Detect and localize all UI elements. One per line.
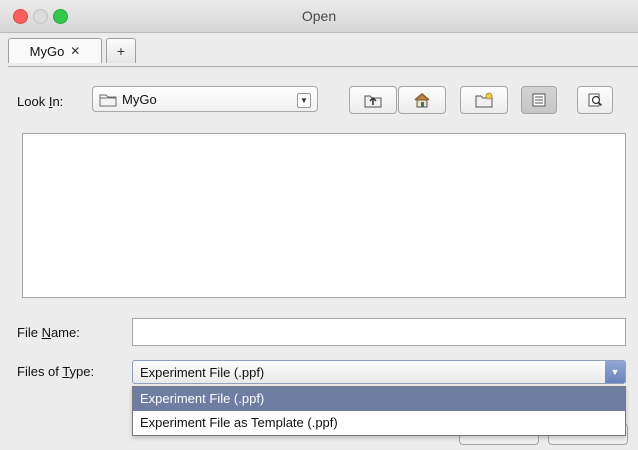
- list-view-button[interactable]: [521, 86, 557, 114]
- file-name-input[interactable]: [132, 318, 626, 346]
- title-bar: Open: [0, 0, 638, 33]
- dropdown-option[interactable]: Experiment File as Template (.ppf): [133, 411, 625, 435]
- details-view-icon: [588, 93, 603, 107]
- folder-icon: [99, 94, 117, 107]
- chevron-down-icon[interactable]: ▼: [605, 361, 625, 383]
- chevron-down-icon[interactable]: ▼: [297, 93, 311, 108]
- file-name-label: File Name:: [17, 325, 80, 340]
- up-one-level-icon: [364, 95, 382, 108]
- files-of-type-value: Experiment File (.ppf): [140, 365, 265, 380]
- tab-close-icon[interactable]: ✕: [70, 44, 80, 58]
- file-list[interactable]: [22, 133, 626, 298]
- window-title: Open: [301, 8, 337, 24]
- look-in-value: MyGo: [122, 92, 157, 107]
- files-of-type-label: Files of Type:: [17, 364, 95, 379]
- new-folder-icon: [475, 92, 493, 108]
- list-view-icon: [532, 93, 546, 107]
- look-in-label: Look In:: [17, 94, 64, 109]
- details-view-button[interactable]: [577, 86, 613, 114]
- tab-label: MyGo: [29, 43, 65, 59]
- dropdown-option[interactable]: Experiment File (.ppf): [133, 387, 625, 411]
- files-of-type-combo[interactable]: Experiment File (.ppf) ▼: [132, 360, 626, 384]
- files-of-type-dropdown: Experiment File (.ppf) Experiment File a…: [132, 386, 626, 436]
- tab-mygo[interactable]: MyGo ✕: [8, 38, 102, 63]
- open-dialog: Open MyGo ✕ + Look In: MyGo ▼ File Name:…: [0, 0, 638, 450]
- look-in-combo[interactable]: MyGo ▼: [92, 86, 318, 112]
- tab-strip: MyGo ✕ +: [8, 36, 638, 67]
- new-folder-button[interactable]: [460, 86, 508, 114]
- home-button[interactable]: [398, 86, 446, 114]
- home-icon: [414, 93, 430, 108]
- up-one-level-button[interactable]: [349, 86, 397, 114]
- add-tab-button[interactable]: +: [106, 38, 136, 63]
